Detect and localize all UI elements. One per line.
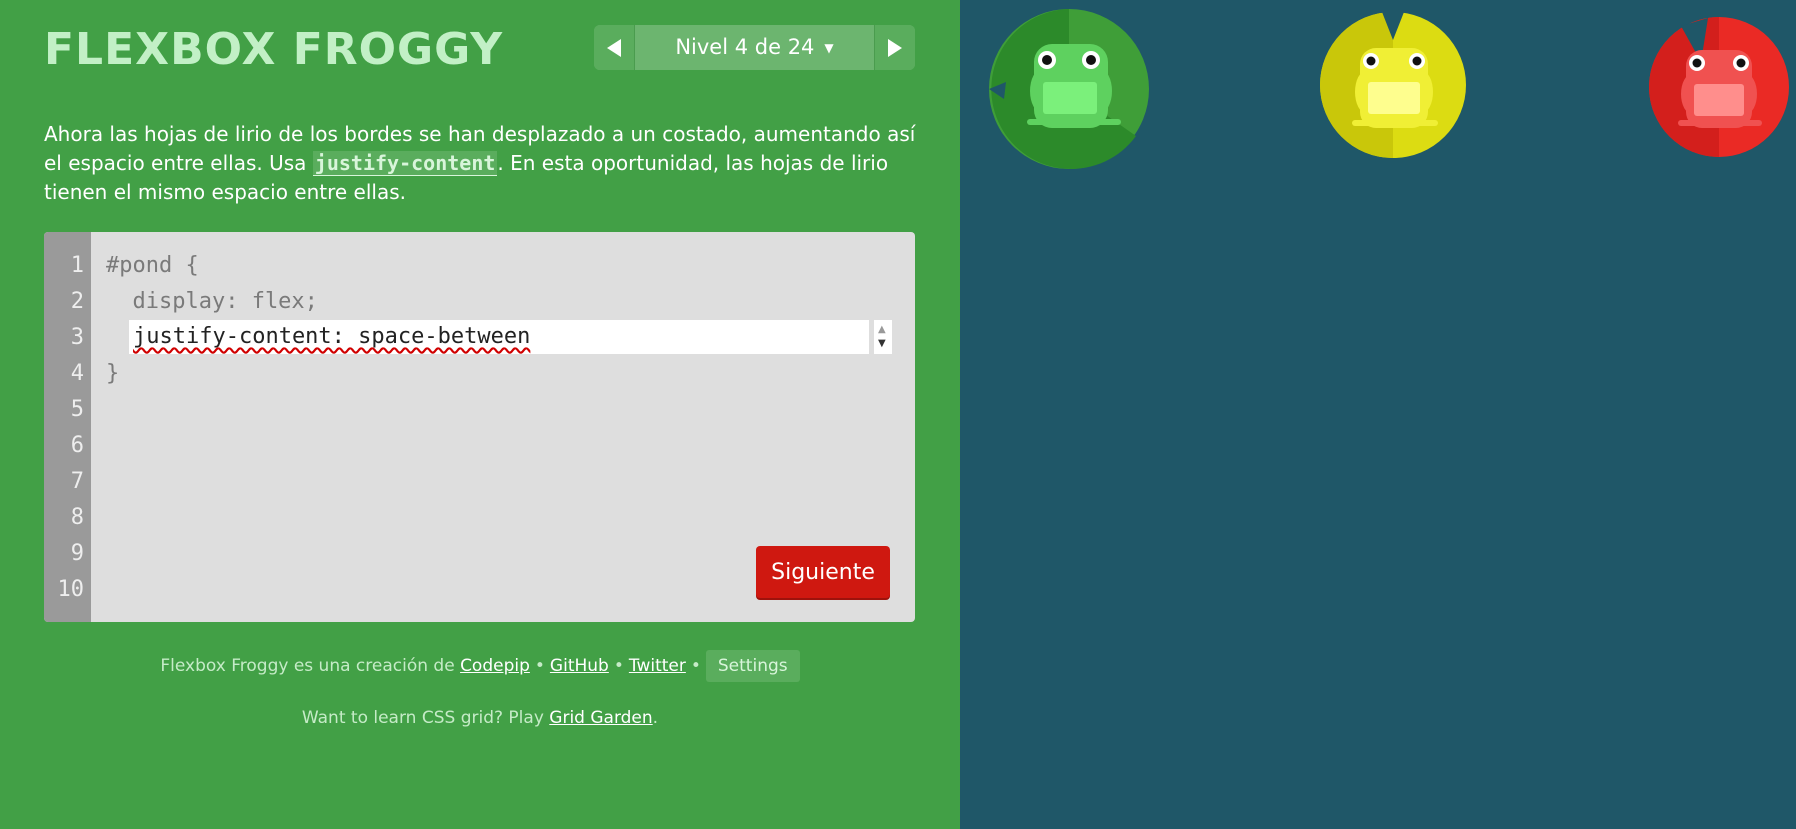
line-number: 10 <box>57 577 85 602</box>
line-number: 5 <box>70 397 84 422</box>
caret-down-icon: ▼ <box>824 41 834 55</box>
red-lily-pad <box>1649 17 1789 157</box>
scroll-down-arrow-icon[interactable]: ▼ <box>878 339 886 349</box>
line-number: 4 <box>70 361 84 386</box>
line-number: 1 <box>70 253 84 278</box>
separator: • <box>613 656 624 676</box>
code-line-selector: #pond { <box>106 253 199 278</box>
line-number: 3 <box>70 325 84 350</box>
code-line-close-brace: } <box>106 361 120 386</box>
separator: • <box>690 656 701 676</box>
grid-garden-promo: Want to learn CSS grid? Play Grid Garden… <box>0 708 960 728</box>
line-number: 9 <box>70 541 84 566</box>
yellow-frog-icon <box>1352 48 1438 128</box>
line-number: 7 <box>70 469 84 494</box>
line-number: 2 <box>70 289 84 314</box>
green-lily-pad <box>989 9 1149 169</box>
code-line-display: display: flex; <box>106 289 318 314</box>
instructions: Ahora las hojas de lirio de los bordes s… <box>44 120 924 207</box>
next-level-button[interactable] <box>874 25 915 70</box>
codepip-link[interactable]: Codepip <box>460 656 530 676</box>
scroll-up-arrow-icon[interactable]: ▲ <box>878 325 886 335</box>
css-code-input[interactable] <box>129 320 869 354</box>
css-editor: 1 2 3 4 5 6 7 8 9 10 #pond { display: fl… <box>44 232 915 622</box>
line-number-gutter: 1 2 3 4 5 6 7 8 9 10 <box>44 232 91 622</box>
settings-button[interactable]: Settings <box>705 650 800 682</box>
line-number: 8 <box>70 505 84 530</box>
grid-garden-link[interactable]: Grid Garden <box>549 708 652 728</box>
separator: • <box>534 656 545 676</box>
credits: Flexbox Froggy es una creación de Codepi… <box>0 650 960 682</box>
instructions-code: justify-content <box>312 151 498 176</box>
twitter-link[interactable]: Twitter <box>629 656 686 676</box>
pond <box>960 0 1796 829</box>
github-link[interactable]: GitHub <box>550 656 609 676</box>
input-scroll-arrows: ▲ ▼ <box>874 320 892 354</box>
grid-promo-prefix: Want to learn CSS grid? Play <box>301 708 544 728</box>
level-label: Nivel 4 de 24 <box>675 35 815 59</box>
credits-prefix: Flexbox Froggy es una creación de <box>160 656 455 676</box>
line-number: 6 <box>70 433 84 458</box>
level-indicator[interactable]: Nivel 4 de 24 ▼ <box>635 25 874 70</box>
sidebar: Flexbox Froggy Nivel 4 de 24 ▼ Ahora las … <box>0 0 960 829</box>
yellow-lily-pad <box>1320 12 1466 158</box>
green-frog-icon <box>1027 44 1121 128</box>
app-title: Flexbox Froggy <box>44 24 504 75</box>
level-navigation: Nivel 4 de 24 ▼ <box>594 25 915 70</box>
triangle-right-icon <box>888 39 902 57</box>
triangle-left-icon <box>607 39 621 57</box>
previous-level-button[interactable] <box>594 25 635 70</box>
next-button[interactable]: Siguiente <box>756 546 890 598</box>
grid-promo-suffix: . <box>652 708 659 728</box>
red-frog-icon <box>1678 50 1762 128</box>
